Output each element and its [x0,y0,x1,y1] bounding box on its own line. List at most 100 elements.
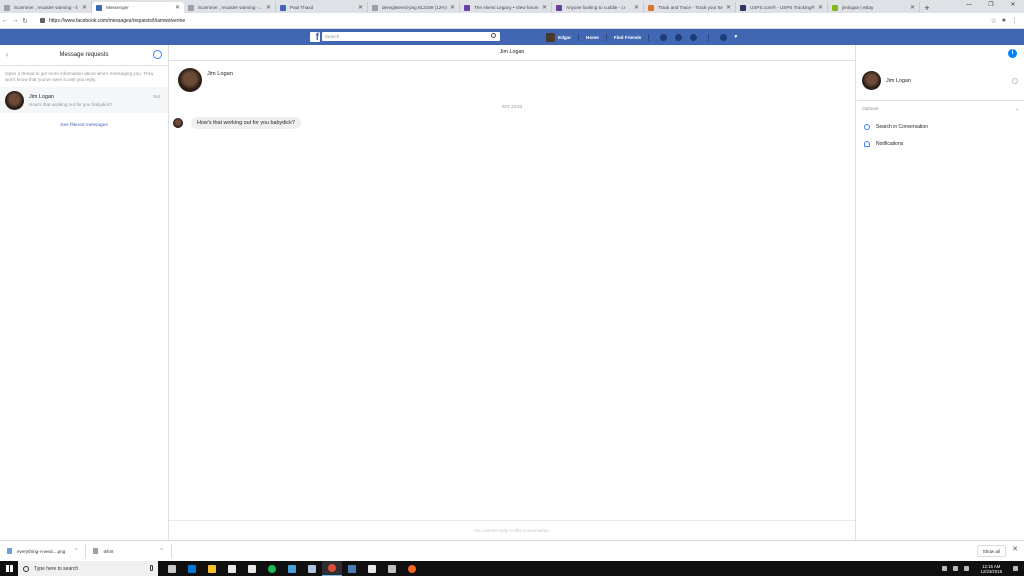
tab-close-icon[interactable]: ✕ [726,4,731,11]
message-bubble: How's that working out for you babydick? [191,117,301,129]
facebook-logo-icon[interactable]: f [310,32,320,43]
account-dropdown-icon[interactable]: ▼ [733,34,738,40]
taskbar-app-icon[interactable] [402,561,422,576]
download-filename: everything-i-need....png [17,548,66,554]
options-section[interactable]: Options ⌄ [857,101,1024,112]
messenger-icon[interactable] [675,33,683,41]
bookmark-star-icon[interactable]: ☆ [990,17,996,25]
browser-tab[interactable]: Messenger ✕ [92,2,184,13]
taskbar-app-icon[interactable] [282,561,302,576]
user-name-link[interactable]: Edgar [558,35,571,40]
browser-tab[interactable]: Scammer , recaster warning - li ✕ [0,2,92,13]
info-icon[interactable]: i [1008,49,1017,58]
tab-close-icon[interactable]: ✕ [266,4,271,11]
search-in-conversation[interactable]: Search in Conversation [857,118,1024,135]
taskbar-app-icon[interactable] [302,561,322,576]
reload-icon[interactable]: ↻ [20,17,30,25]
friend-requests-icon[interactable] [660,33,668,41]
back-arrow-icon[interactable]: ‹ [6,50,9,59]
taskbar-app-icon[interactable] [382,561,402,576]
browser-tab[interactable]: Paul Thaxd ✕ [276,2,368,13]
profile-icon[interactable]: ● [1002,17,1006,25]
tab-title: Scammer , recaster warning - li [14,5,78,10]
user-avatar[interactable] [546,32,555,42]
browser-tab[interactable]: USPS.com® - USPS Tracking® ✕ [736,2,828,13]
notifications-option[interactable]: Notifications [857,135,1024,152]
taskbar-app-icon[interactable] [162,561,182,576]
message-timestamp: SAT 22:53 [501,104,523,109]
address-bar-row: ← → ↻ https://www.facebook.com/messages/… [0,13,1024,29]
minimize-icon[interactable]: — [958,0,980,11]
nav-divider [578,33,580,41]
taskbar-app-icon[interactable] [322,561,342,576]
details-user: Jim Logan [857,61,1024,101]
people-icon[interactable] [942,566,948,571]
search-icon[interactable] [491,33,496,38]
taskbar-app-icon[interactable] [182,561,202,576]
see-filtered-messages-link[interactable]: See filtered messages [0,123,168,128]
start-button[interactable] [0,561,18,576]
taskbar-app-icon[interactable] [202,561,222,576]
tab-close-icon[interactable]: ✕ [818,4,823,11]
action-center-icon[interactable] [1013,566,1018,571]
close-icon[interactable]: ✕ [1012,545,1018,553]
tab-close-icon[interactable]: ✕ [82,4,87,11]
browser-tab[interactable]: Track and Trace - Track your Ite ✕ [644,2,736,13]
tab-title: Anyone looking to cuddle - cr [566,5,626,10]
download-item[interactable]: tshirt ⌃ [86,544,172,558]
search-placeholder: Search [325,34,340,39]
taskbar-app-icon[interactable] [262,561,282,576]
tab-favicon-icon [96,4,102,11]
tab-favicon-icon [372,4,378,11]
clock[interactable]: 12:15 AM 12/23/2018 [980,564,1002,574]
taskbar-app-icon[interactable] [362,561,382,576]
taskbar-app-icon[interactable] [222,561,242,576]
sender-avatar[interactable] [173,118,183,128]
tab-close-icon[interactable]: ✕ [450,4,455,11]
facebook-search-input[interactable]: Search [322,32,500,41]
tab-favicon-icon [464,4,470,11]
restore-icon[interactable]: ❐ [980,0,1002,11]
volume-icon[interactable] [964,566,970,571]
download-item[interactable]: everything-i-need....png ⌃ [0,544,87,558]
taskbar-app-icon[interactable] [342,561,362,576]
browser-tab[interactable]: Scammer , recaster warning - Li ✕ [184,2,276,13]
browser-tab[interactable]: Anyone looking to cuddle - cr ✕ [552,2,644,13]
chevron-up-icon[interactable]: ⌃ [74,548,78,554]
thread-item[interactable]: Jim Logan How's that working out for you… [0,87,168,113]
taskbar-search-input[interactable]: Type here to search [18,561,158,576]
details-avatar[interactable] [862,71,881,90]
tab-close-icon[interactable]: ✕ [910,4,915,11]
tab-close-icon[interactable]: ✕ [358,4,363,11]
chevron-down-icon[interactable]: ⌄ [1015,107,1019,112]
cortana-icon [23,565,29,572]
new-tab-button[interactable]: + [920,2,934,13]
profile-name[interactable]: Jim Logan [207,71,233,92]
url-field[interactable]: https://www.facebook.com/messages/reques… [40,15,990,27]
close-window-icon[interactable]: ✕ [1002,0,1024,11]
clock-time: 12:15 AM [982,563,1001,569]
details-gear-icon[interactable] [1012,78,1018,84]
back-icon[interactable]: ← [0,17,10,24]
tab-close-icon[interactable]: ✕ [542,4,547,11]
details-name[interactable]: Jim Logan [886,78,911,84]
browser-tab[interactable]: jimlogan | eBay ✕ [828,2,920,13]
show-all-button[interactable]: Show all [976,545,1006,557]
help-icon[interactable] [720,33,728,41]
menu-icon[interactable]: ⋮ [1011,17,1018,25]
tab-close-icon[interactable]: ✕ [175,4,180,11]
network-icon[interactable] [953,566,959,571]
profile-avatar[interactable] [178,68,202,92]
settings-gear-icon[interactable] [153,50,162,59]
find-friends-link[interactable]: Find Friends [614,35,642,40]
taskbar-app-icon[interactable] [242,561,262,576]
notifications-icon[interactable] [690,33,698,41]
browser-tab[interactable]: The Aliens Legacy • View forum ✕ [460,2,552,13]
chevron-up-icon[interactable]: ⌃ [159,548,163,554]
microphone-icon[interactable] [150,565,153,571]
home-link[interactable]: Home [586,35,599,40]
nav-divider [648,33,650,41]
forward-icon[interactable]: → [10,17,20,24]
browser-tab[interactable]: deregistered-png 812169 (12%) ✕ [368,2,460,13]
tab-close-icon[interactable]: ✕ [634,4,639,11]
